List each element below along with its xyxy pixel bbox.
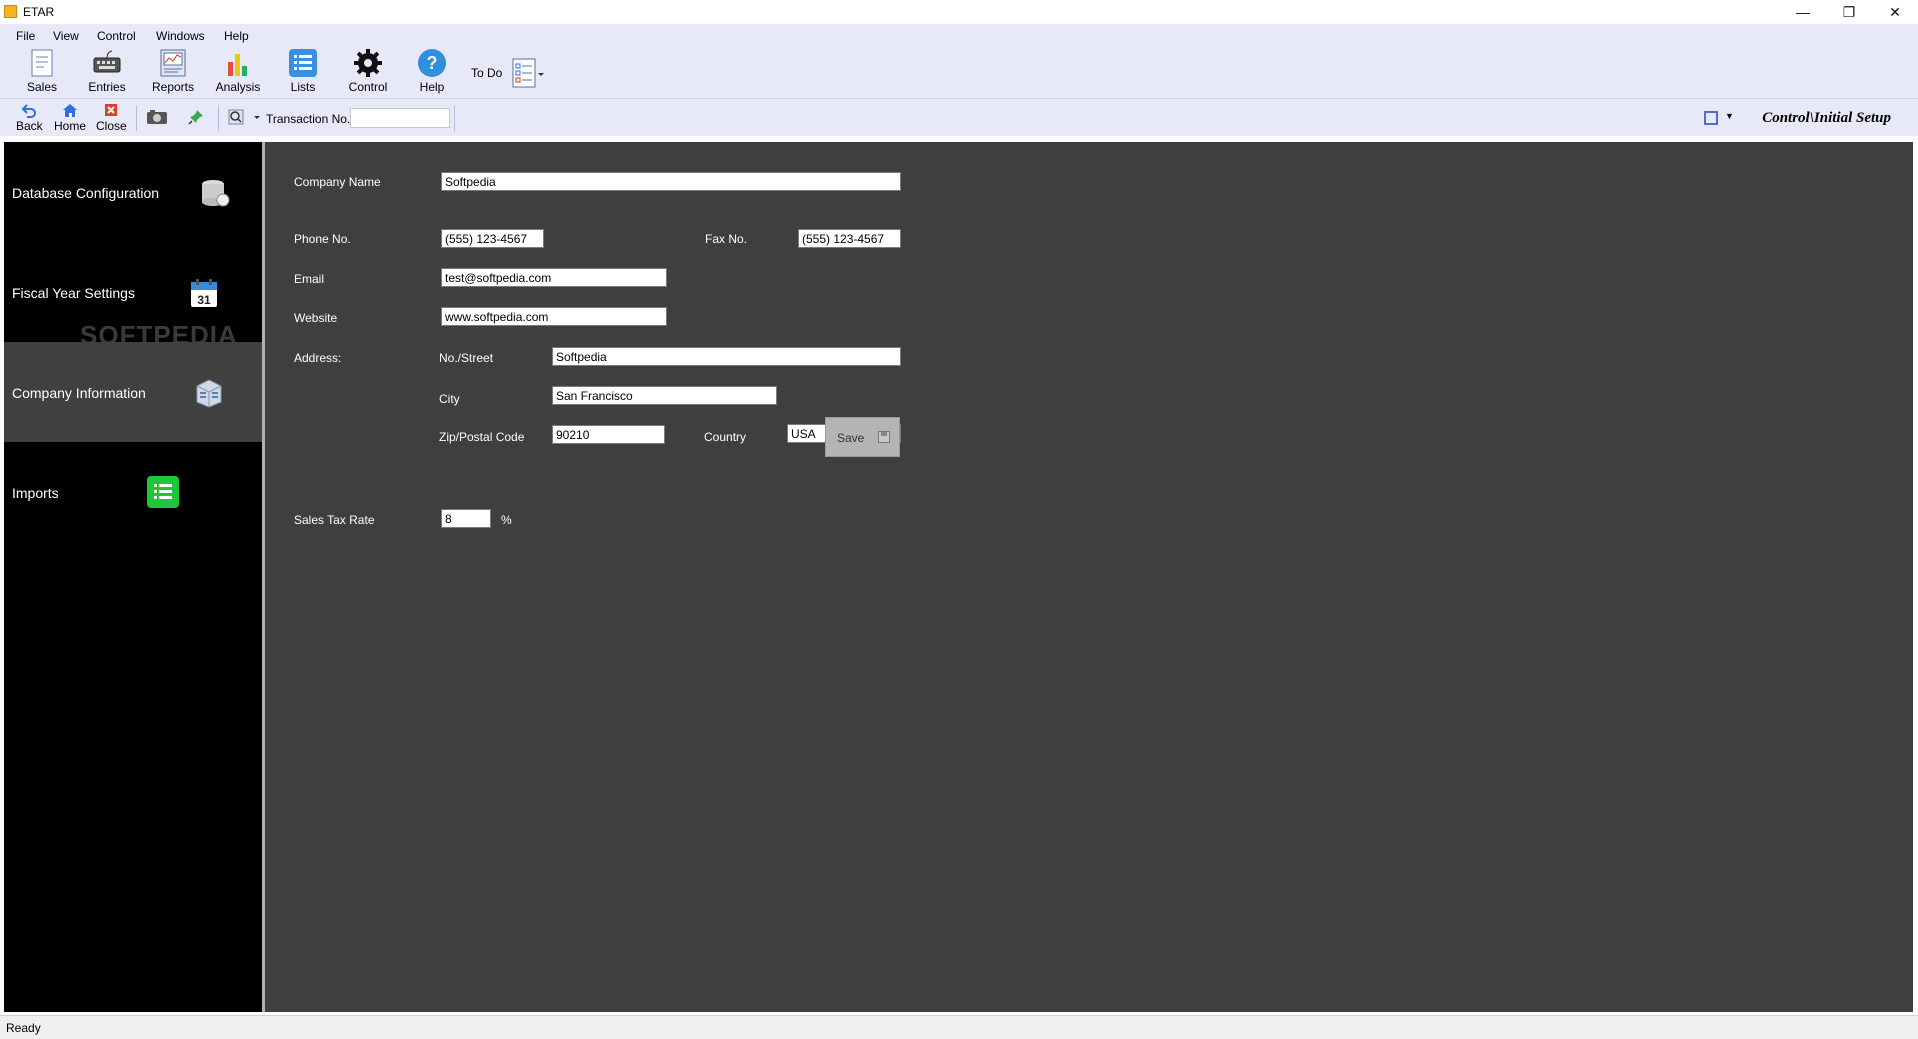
list-icon (288, 48, 318, 78)
todo-label: To Do (471, 66, 503, 80)
close-icon (103, 102, 119, 118)
sidebar-item-label: Company Information (12, 385, 146, 401)
menu-windows[interactable]: Windows (156, 29, 205, 43)
help-icon: ? (417, 48, 447, 78)
menu-view[interactable]: View (53, 29, 79, 43)
status-text: Ready (6, 1021, 41, 1035)
street-label: No./Street (439, 351, 494, 365)
status-bar: Ready (0, 1015, 1918, 1039)
svg-text:?: ? (427, 53, 438, 73)
city-input[interactable] (552, 386, 777, 405)
database-icon (202, 180, 230, 207)
fax-label: Fax No. (705, 232, 748, 246)
window-title: ETAR (23, 5, 55, 19)
company-information-panel: Company Name Phone No. Fax No. Email Web… (265, 142, 1913, 1012)
app-icon (4, 5, 17, 18)
sidebar-item-fiscal-year-settings[interactable]: Fiscal Year Settings 31 (4, 242, 262, 342)
phone-label: Phone No. (294, 232, 351, 246)
back-button[interactable]: Back (16, 102, 43, 133)
country-label: Country (704, 430, 747, 444)
camera-icon (147, 110, 167, 124)
sidebar-item-label: Database Configuration (12, 185, 160, 201)
ribbon: Sales Entries Reports Analysis Lists Con… (0, 46, 1918, 98)
calendar-icon: 31 (191, 279, 217, 307)
restore-icon[interactable]: ❐ (1826, 0, 1872, 24)
lists-button[interactable]: Lists (276, 48, 330, 98)
menu-help[interactable]: Help (224, 29, 249, 43)
breadcrumb: Control\Initial Setup (1762, 110, 1891, 126)
sidebar-item-label: Fiscal Year Settings (12, 285, 135, 301)
pin-icon (188, 110, 203, 125)
import-list-icon (147, 476, 179, 508)
company-name-label: Company Name (294, 175, 381, 189)
building-icon (196, 379, 222, 408)
website-label: Website (294, 311, 338, 325)
home-icon (62, 102, 78, 118)
toolbar: Back Home Close Transaction No. ▼ Contro… (0, 98, 1918, 136)
screenshot-button[interactable] (146, 109, 168, 128)
zip-input[interactable] (552, 425, 665, 444)
website-input[interactable] (441, 307, 667, 326)
phone-input[interactable] (441, 229, 544, 248)
sales-icon (27, 48, 57, 78)
address-label: Address: (294, 351, 342, 365)
analysis-button[interactable]: Analysis (211, 48, 265, 98)
home-button[interactable]: Home (54, 102, 86, 133)
control-button[interactable]: Control (341, 48, 395, 98)
sidebar-item-label: Imports (12, 485, 59, 501)
pin-button[interactable] (188, 109, 204, 128)
window-layout-icon[interactable] (1704, 111, 1718, 125)
sales-tax-rate-label: Sales Tax Rate (294, 513, 375, 527)
help-button[interactable]: ? Help (405, 48, 459, 98)
toolbar-separator (218, 105, 219, 131)
email-label: Email (294, 272, 325, 286)
gear-icon (353, 48, 383, 78)
transaction-input[interactable] (350, 108, 450, 128)
fax-input[interactable] (798, 229, 901, 248)
save-button[interactable]: Save (825, 417, 900, 457)
floppy-disk-icon (878, 431, 890, 443)
city-label: City (439, 392, 460, 406)
sidebar-item-database-configuration[interactable]: Database Configuration (4, 142, 262, 242)
reports-button[interactable]: Reports (146, 48, 200, 98)
toolbar-separator (136, 105, 137, 131)
email-input[interactable] (441, 268, 667, 287)
street-input[interactable] (552, 347, 901, 366)
sales-button[interactable]: Sales (15, 48, 69, 98)
calendar-day: 31 (197, 293, 211, 307)
menu-file[interactable]: File (16, 29, 35, 43)
zip-label: Zip/Postal Code (439, 430, 525, 444)
minimize-icon[interactable]: — (1780, 0, 1826, 24)
sales-tax-rate-input[interactable] (441, 509, 491, 528)
bar-chart-icon (223, 48, 253, 78)
menu-control[interactable]: Control (97, 29, 136, 43)
search-icon (228, 109, 260, 125)
reports-icon (158, 48, 188, 78)
todo-dropdown-button[interactable] (511, 56, 545, 90)
title-bar: ETAR — ❐ ✕ (0, 0, 1918, 24)
sidebar: Database Configuration SOFTPEDIA Fiscal … (4, 142, 262, 1012)
close-window-icon[interactable]: ✕ (1872, 0, 1918, 24)
sidebar-item-imports[interactable]: Imports (4, 442, 262, 542)
checklist-icon (512, 58, 544, 88)
menu-bar: File View Control Windows Help (0, 24, 1918, 46)
search-dropdown-button[interactable] (228, 109, 262, 128)
percent-sign: % (501, 513, 512, 527)
chevron-down-icon[interactable]: ▼ (1725, 111, 1734, 121)
back-arrow-icon (21, 102, 37, 118)
company-name-input[interactable] (441, 172, 901, 191)
close-button[interactable]: Close (96, 102, 127, 133)
toolbar-separator (454, 105, 455, 131)
transaction-label: Transaction No. (266, 112, 351, 126)
keyboard-icon (92, 48, 122, 78)
entries-button[interactable]: Entries (80, 48, 134, 98)
sidebar-item-company-information[interactable]: Company Information (4, 342, 262, 442)
